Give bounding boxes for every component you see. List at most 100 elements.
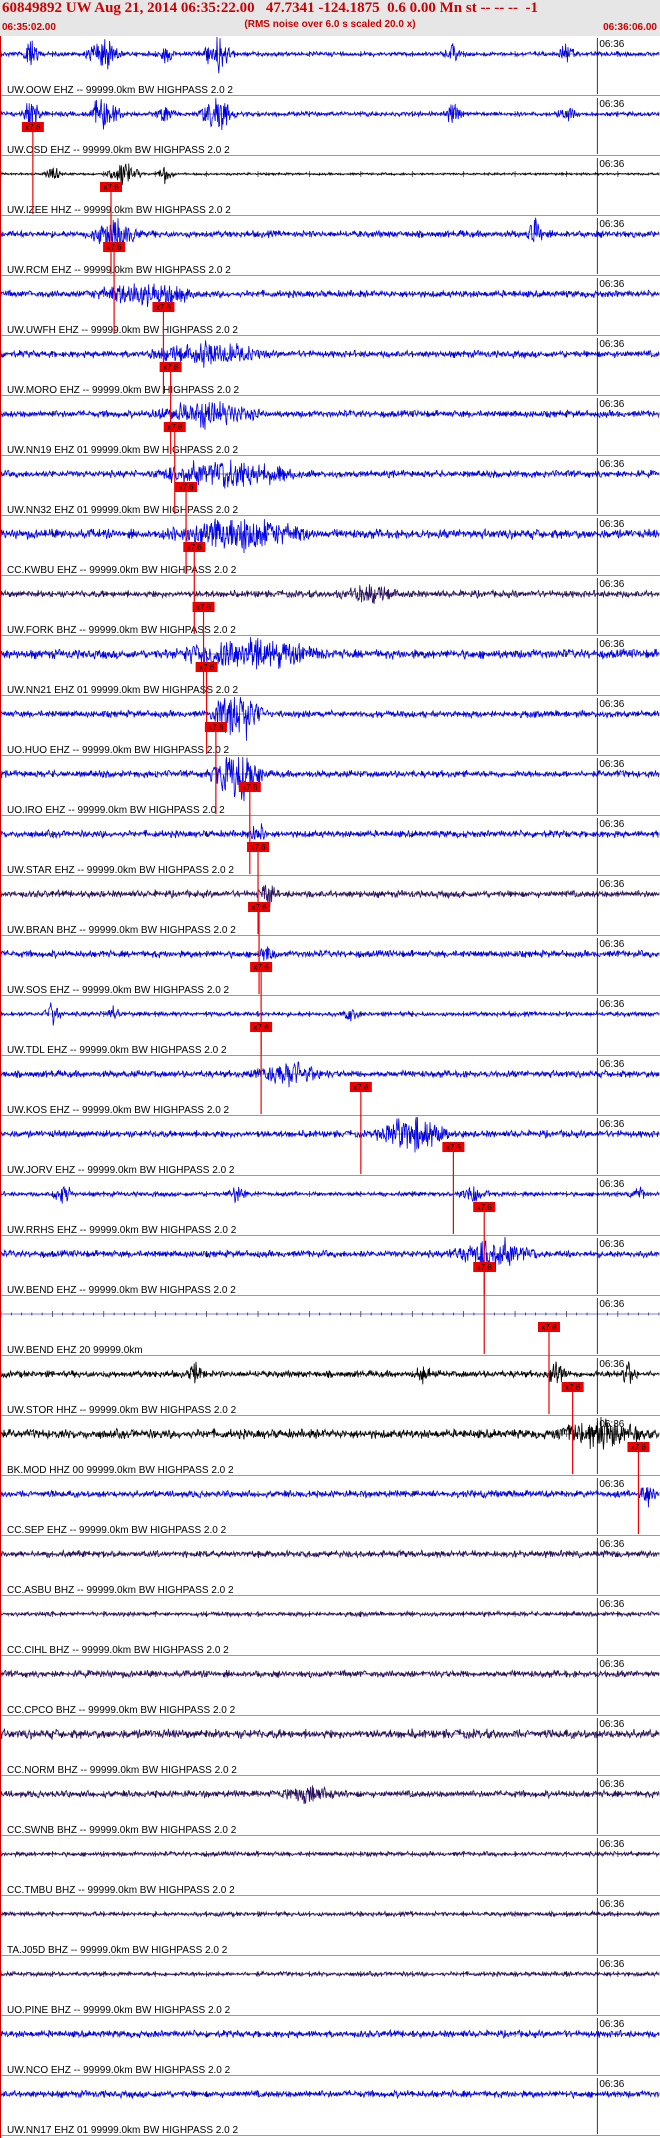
- channel-label: CC.ASBU BHZ -- 99999.0km BW HIGHPASS 2.0…: [7, 1585, 234, 1596]
- waveform-trace: [0, 518, 659, 554]
- channel-label: UW.NN19 EHZ 01 99999.0km BW HIGHPASS 2.0…: [7, 445, 238, 456]
- minute-marker-label: 06:36: [599, 39, 624, 50]
- pick-label: x7.6: [565, 1383, 581, 1392]
- channel-label: UW.BEND EHZ 20 99999.0km: [7, 1345, 143, 1356]
- channel-label: UW.KOS EHZ -- 99999.0km BW HIGHPASS 2.0 …: [7, 1105, 230, 1116]
- minute-marker-label: 06:36: [599, 399, 624, 410]
- minute-marker-label: 06:36: [599, 2079, 624, 2090]
- channel-label: UW.FORK BHZ -- 99999.0km BW HIGHPASS 2.0…: [7, 625, 236, 636]
- minute-marker-label: 06:36: [599, 1419, 624, 1430]
- channel-label: UW.OSD EHZ -- 99999.0km BW HIGHPASS 2.0 …: [7, 145, 230, 156]
- end-time-label: 06:36:06.00: [603, 22, 657, 33]
- minute-marker-label: 06:36: [599, 1659, 624, 1670]
- channel-label: BK.MOD HHZ 00 99999.0km BW HIGHPASS 2.0 …: [7, 1465, 234, 1476]
- channel-label: CC.TMBU BHZ -- 99999.0km BW HIGHPASS 2.0…: [7, 1885, 235, 1896]
- minute-marker-label: 06:36: [599, 1899, 624, 1910]
- minute-marker-label: 06:36: [599, 1599, 624, 1610]
- minute-marker-label: 06:36: [599, 1959, 624, 1970]
- pick-label: x7.6: [199, 663, 215, 672]
- pick-label: x7.6: [107, 243, 123, 252]
- channel-label: CC.SEP EHZ -- 99999.0km BW HIGHPASS 2.0 …: [7, 1525, 227, 1536]
- minute-marker-label: 06:36: [599, 219, 624, 230]
- minute-marker-label: 06:36: [599, 279, 624, 290]
- channel-label: UW.RCM EHZ -- 99999.0km BW HIGHPASS 2.0 …: [7, 265, 231, 276]
- pick-label: x7.6: [477, 1263, 493, 1272]
- pick-label: x7.6: [477, 1203, 493, 1212]
- minute-marker-label: 06:36: [599, 699, 624, 710]
- pick-label: x7.6: [196, 603, 212, 612]
- pick-label: x7.6: [156, 303, 172, 312]
- channel-label: UW.IZEE HHZ -- 99999.0km BW HIGHPASS 2.0…: [7, 205, 231, 216]
- minute-marker-label: 06:36: [599, 1539, 624, 1550]
- channel-label: UW.UWFH EHZ -- 99999.0km BW HIGHPASS 2.0…: [7, 325, 238, 336]
- channel-label: UW.NCO EHZ -- 99999.0km BW HIGHPASS 2.0 …: [7, 2065, 231, 2076]
- minute-marker-label: 06:36: [599, 2019, 624, 2030]
- minute-marker-label: 06:36: [599, 339, 624, 350]
- pick-label: x7.6: [187, 543, 203, 552]
- channel-label: TA.J05D BHZ -- 99999.0km BW HIGHPASS 2.0…: [7, 1945, 228, 1956]
- pick-label: x7.6: [251, 903, 267, 912]
- minute-marker-label: 06:36: [599, 1059, 624, 1070]
- channel-label: CC.NORM BHZ -- 99999.0km BW HIGHPASS 2.0…: [7, 1765, 237, 1776]
- pick-label: x7.6: [103, 183, 119, 192]
- pick-label: x7.6: [254, 963, 270, 972]
- channel-label: UW.NN17 EHZ 01 99999.0km BW HIGHPASS 2.0…: [7, 2125, 238, 2136]
- channel-label: UW.STAR EHZ -- 99999.0km BW HIGHPASS 2.0…: [7, 865, 234, 876]
- channel-label: UW.NN32 EHZ 01 99999.0km BW HIGHPASS 2.0…: [7, 505, 238, 516]
- waveform-trace: [0, 756, 659, 802]
- waveform-trace: [0, 823, 659, 840]
- pick-label: x7.6: [541, 1323, 557, 1332]
- event-title: 60849892 UW Aug 21, 2014 06:35:22.00 47.…: [2, 0, 538, 16]
- minute-marker-label: 06:36: [599, 1359, 624, 1370]
- channel-label: UW.STOR HHZ -- 99999.0km BW HIGHPASS 2.0…: [7, 1405, 237, 1416]
- minute-marker-label: 06:36: [599, 1119, 624, 1130]
- minute-marker-label: 06:36: [599, 879, 624, 890]
- minute-marker-label: 06:36: [599, 1239, 624, 1250]
- pick-label: x7.6: [353, 1083, 369, 1092]
- channel-label: UW.BEND EHZ -- 99999.0km BW HIGHPASS 2.0…: [7, 1285, 236, 1296]
- minute-marker-label: 06:36: [599, 939, 624, 950]
- channel-label: UW.JORV EHZ -- 99999.0km BW HIGHPASS 2.0…: [7, 1165, 235, 1176]
- channel-label: CC.CIHL BHZ -- 99999.0km BW HIGHPASS 2.0…: [7, 1645, 229, 1656]
- minute-marker-label: 06:36: [599, 819, 624, 830]
- minute-marker-label: 06:36: [599, 1299, 624, 1310]
- pick-label: x7.6: [254, 1023, 270, 1032]
- channel-label: UW.TDL EHZ -- 99999.0km BW HIGHPASS 2.0 …: [7, 1045, 227, 1056]
- channel-label: UW.MORO EHZ -- 99999.0km BW HIGHPASS 2.0…: [7, 385, 240, 396]
- channel-label: UW.OOW EHZ -- 99999.0km BW HIGHPASS 2.0 …: [7, 85, 233, 96]
- minute-marker-label: 06:36: [599, 99, 624, 110]
- channel-label: UW.RRHS EHZ -- 99999.0km BW HIGHPASS 2.0…: [7, 1225, 237, 1236]
- minute-marker-label: 06:36: [599, 1839, 624, 1850]
- waveform-trace: [0, 696, 659, 741]
- pick-label: x7.6: [179, 483, 195, 492]
- channel-label: CC.CPCO BHZ -- 99999.0km BW HIGHPASS 2.0…: [7, 1705, 236, 1716]
- channel-label: UW.BRAN BHZ -- 99999.0km BW HIGHPASS 2.0…: [7, 925, 236, 936]
- minute-marker-label: 06:36: [599, 1719, 624, 1730]
- minute-marker-label: 06:36: [599, 579, 624, 590]
- plot-header: 60849892 UW Aug 21, 2014 06:35:22.00 47.…: [0, 0, 660, 36]
- minute-marker-label: 06:36: [599, 759, 624, 770]
- pick-label: x7.6: [631, 1443, 647, 1452]
- pick-label: x7.6: [25, 123, 41, 132]
- waveform-trace: [0, 1487, 659, 1508]
- channel-label: UO.PINE BHZ -- 99999.0km BW HIGHPASS 2.0…: [7, 2005, 231, 2016]
- minute-marker-label: 06:36: [599, 639, 624, 650]
- pick-label: x7.6: [242, 783, 258, 792]
- channel-label: UO.HUO EHZ -- 99999.0km BW HIGHPASS 2.0 …: [7, 745, 230, 756]
- pick-label: x7.6: [167, 423, 183, 432]
- channel-label: CC.KWBU EHZ -- 99999.0km BW HIGHPASS 2.0…: [7, 565, 237, 576]
- waveform-trace: [0, 884, 659, 908]
- channel-label: UO.IRO EHZ -- 99999.0km BW HIGHPASS 2.0 …: [7, 805, 225, 816]
- minute-marker-label: 06:36: [599, 159, 624, 170]
- pick-label: x7.6: [208, 723, 224, 732]
- minute-marker-label: 06:36: [599, 1779, 624, 1790]
- channel-label: UW.SOS EHZ -- 99999.0km BW HIGHPASS 2.0 …: [7, 985, 230, 996]
- minute-marker-label: 06:36: [599, 999, 624, 1010]
- channel-label: CC.SWNB BHZ -- 99999.0km BW HIGHPASS 2.0…: [7, 1825, 237, 1836]
- minute-marker-label: 06:36: [599, 1179, 624, 1190]
- pick-label: x7.6: [250, 843, 266, 852]
- seismogram-plot: 06:36 UW.OOW EHZ -- 99999.0km BW HIGHPASS…: [0, 36, 660, 2138]
- pick-label: x7.6: [163, 363, 179, 372]
- rms-noise-subtitle: (RMS noise over 6.0 s scaled 20.0 x): [244, 19, 416, 30]
- minute-marker-label: 06:36: [599, 1479, 624, 1490]
